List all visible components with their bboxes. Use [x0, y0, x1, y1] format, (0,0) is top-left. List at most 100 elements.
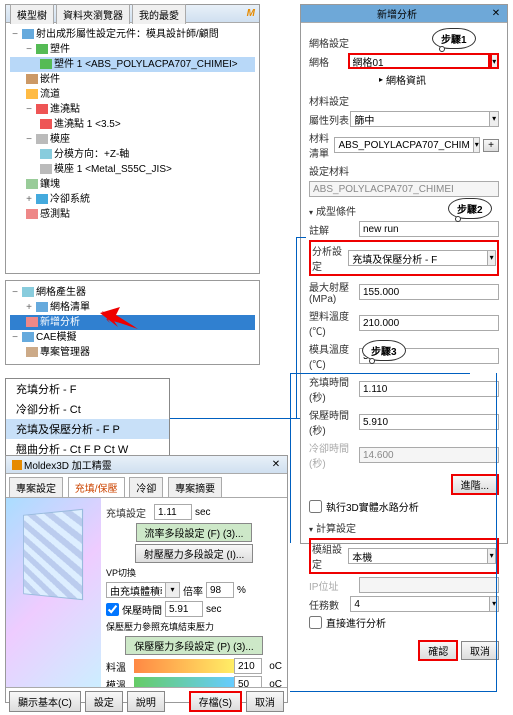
- mesh-info-toggle[interactable]: 網格資訊: [386, 72, 426, 87]
- tree-parting[interactable]: 分模方向：+Z-軸: [54, 149, 129, 160]
- lbl-ftime: 充填時間(秒): [309, 374, 359, 404]
- tree-part[interactable]: 塑件: [50, 44, 70, 55]
- cancel-button[interactable]: 取消: [461, 641, 499, 660]
- lbl-ctime: 冷卻時間(秒): [309, 440, 359, 470]
- ftime-field[interactable]: [359, 381, 499, 397]
- proc-title: Moldex3D 加工精靈: [24, 457, 112, 472]
- ptime-field[interactable]: [359, 414, 499, 430]
- proc-tab1[interactable]: 專案設定: [9, 477, 63, 497]
- ok-button[interactable]: 確認: [418, 640, 458, 661]
- vp-value[interactable]: [206, 582, 234, 598]
- mesh-dd[interactable]: ▾: [490, 53, 500, 69]
- context-menu[interactable]: 充填分析 - F 冷卻分析 - Ct 充填及保壓分析 - F P 翹曲分析 - …: [5, 378, 170, 460]
- lbl-vp: VP切換: [106, 566, 136, 579]
- tab-model-tree[interactable]: 模型樹: [10, 4, 54, 24]
- tree-new-analysis[interactable]: 新增分析: [40, 317, 80, 328]
- proc-close-icon[interactable]: ✕: [269, 458, 283, 472]
- lbl-tasks: 任務數: [309, 597, 350, 612]
- tree-mold1[interactable]: 模座 1 <Metal_S55C_JIS>: [54, 164, 172, 175]
- advanced-button[interactable]: 進階...: [451, 474, 499, 495]
- chk-ptime[interactable]: [106, 603, 119, 616]
- setmat-field: [309, 181, 499, 197]
- lbl-mesh: 網格: [309, 54, 348, 69]
- lbl-3dcool: 執行3D實體水路分析: [326, 499, 419, 514]
- lbl-pref: 保壓壓力參照充填結束壓力: [106, 620, 214, 633]
- tasks-dd[interactable]: ▾: [490, 596, 499, 612]
- pack-multi-button[interactable]: 保壓壓力多段設定 (P) (3)...: [125, 636, 262, 655]
- proc-cancel-button[interactable]: 取消: [246, 691, 284, 712]
- tab-folder-browser[interactable]: 資料夾瀏覽器: [56, 4, 130, 24]
- maxp-field[interactable]: [359, 284, 499, 300]
- tree-pm[interactable]: 專案管理器: [40, 347, 90, 358]
- chk-3dcool[interactable]: [309, 500, 322, 513]
- flow-multi-button[interactable]: 流率多段設定 (F) (3)...: [136, 523, 253, 542]
- analysis-dd[interactable]: ▾: [488, 250, 496, 266]
- lbl-attr: 屬性列表: [309, 112, 350, 127]
- lbl-pct: %: [237, 585, 246, 596]
- inj-multi-button[interactable]: 射壓壓力多段設定 (I)...: [135, 544, 254, 563]
- show-base-button[interactable]: 顯示基本(C): [9, 691, 81, 712]
- proc-save-button[interactable]: 存檔(S): [189, 691, 242, 712]
- matlist-dd[interactable]: ▾: [474, 137, 480, 153]
- proc-tab2[interactable]: 充填/保壓: [68, 477, 125, 497]
- m-icon: M: [247, 8, 255, 19]
- lbl-fset: 充填設定: [106, 505, 154, 520]
- mesh-combo[interactable]: [348, 53, 490, 69]
- tree-gate1[interactable]: 進澆點 1 <3.5>: [54, 119, 121, 130]
- moldt-value[interactable]: [234, 676, 262, 687]
- note-field[interactable]: [359, 221, 499, 237]
- proc-help-button[interactable]: 說明: [127, 691, 165, 712]
- lbl-aset: 分析設定: [312, 243, 348, 273]
- tree-root[interactable]: 射出成形屬性設定元件：模具設計師/顧問: [36, 29, 219, 40]
- proc-ptime[interactable]: [165, 601, 203, 617]
- tree-meshgen[interactable]: 網格產生器: [36, 287, 86, 298]
- lbl-note: 註解: [309, 222, 359, 237]
- mtemp-field[interactable]: [359, 315, 499, 331]
- chk-direct[interactable]: [309, 616, 322, 629]
- proc-ftime[interactable]: [154, 504, 192, 520]
- model-tree[interactable]: −射出成形屬性設定元件：模具設計師/顧問 −塑件 塑件 1 <ABS_POLYL…: [6, 23, 259, 226]
- tree-cae[interactable]: CAE模擬: [36, 332, 77, 343]
- lbl-mtemp: 塑料溫度(℃): [309, 308, 359, 338]
- tasks-field[interactable]: [350, 596, 490, 612]
- tree-mold[interactable]: 模座: [50, 134, 70, 145]
- tree-part1[interactable]: 塑件 1 <ABS_POLYLACPA707_CHIMEI>: [54, 59, 238, 70]
- dialog-titlebar: 新增分析 ✕: [301, 5, 507, 23]
- proc-tab3[interactable]: 冷卻: [129, 477, 163, 497]
- tree-runner[interactable]: 流道: [40, 89, 60, 100]
- tree-insert[interactable]: 嵌件: [40, 74, 60, 85]
- ctx-fill[interactable]: 充填分析 - F: [6, 379, 169, 399]
- lbl-matt: 料溫: [106, 659, 134, 674]
- lbl-setmat: 設定材料: [309, 163, 379, 178]
- close-icon[interactable]: ✕: [489, 7, 503, 21]
- lbl-moldt: 模溫: [106, 677, 134, 688]
- proc-tab4[interactable]: 專案摘要: [168, 477, 222, 497]
- lbl-modset: 模組設定: [312, 541, 348, 571]
- ctx-cool[interactable]: 冷卻分析 - Ct: [6, 399, 169, 419]
- ctime-field: [359, 447, 499, 463]
- modset-dd[interactable]: ▾: [488, 548, 496, 564]
- sect-mat: 材料設定: [309, 93, 499, 108]
- lbl-matlist: 材料清單: [309, 130, 334, 160]
- tree-sensor[interactable]: 感測點: [40, 209, 70, 220]
- vp-dd[interactable]: ▾: [166, 582, 180, 598]
- attr-combo[interactable]: [350, 111, 490, 127]
- tree-gate[interactable]: 進澆點: [50, 104, 80, 115]
- dialog-title: 新增分析: [305, 6, 489, 21]
- moldt-slider[interactable]: [134, 677, 234, 687]
- proc-set-button[interactable]: 設定: [85, 691, 123, 712]
- vp-mode[interactable]: [106, 582, 166, 598]
- modset-combo[interactable]: [348, 548, 488, 564]
- tree-meshlist[interactable]: 網格清單: [50, 302, 90, 313]
- analysis-combo[interactable]: [348, 250, 488, 266]
- matt-slider[interactable]: [134, 659, 234, 673]
- tree-nest[interactable]: 鑲塊: [40, 179, 60, 190]
- matlist-combo[interactable]: [334, 137, 474, 153]
- tree-cool[interactable]: 冷卻系統: [50, 194, 90, 205]
- ctx-fillpack[interactable]: 充填及保壓分析 - F P: [6, 419, 169, 439]
- tab-favorites[interactable]: 我的最愛: [132, 4, 186, 24]
- matt-value[interactable]: [234, 658, 262, 674]
- attr-dd[interactable]: ▾: [490, 111, 499, 127]
- add-mat-button[interactable]: +: [483, 139, 499, 152]
- lbl-dtemp: 模具溫度(℃): [309, 341, 359, 371]
